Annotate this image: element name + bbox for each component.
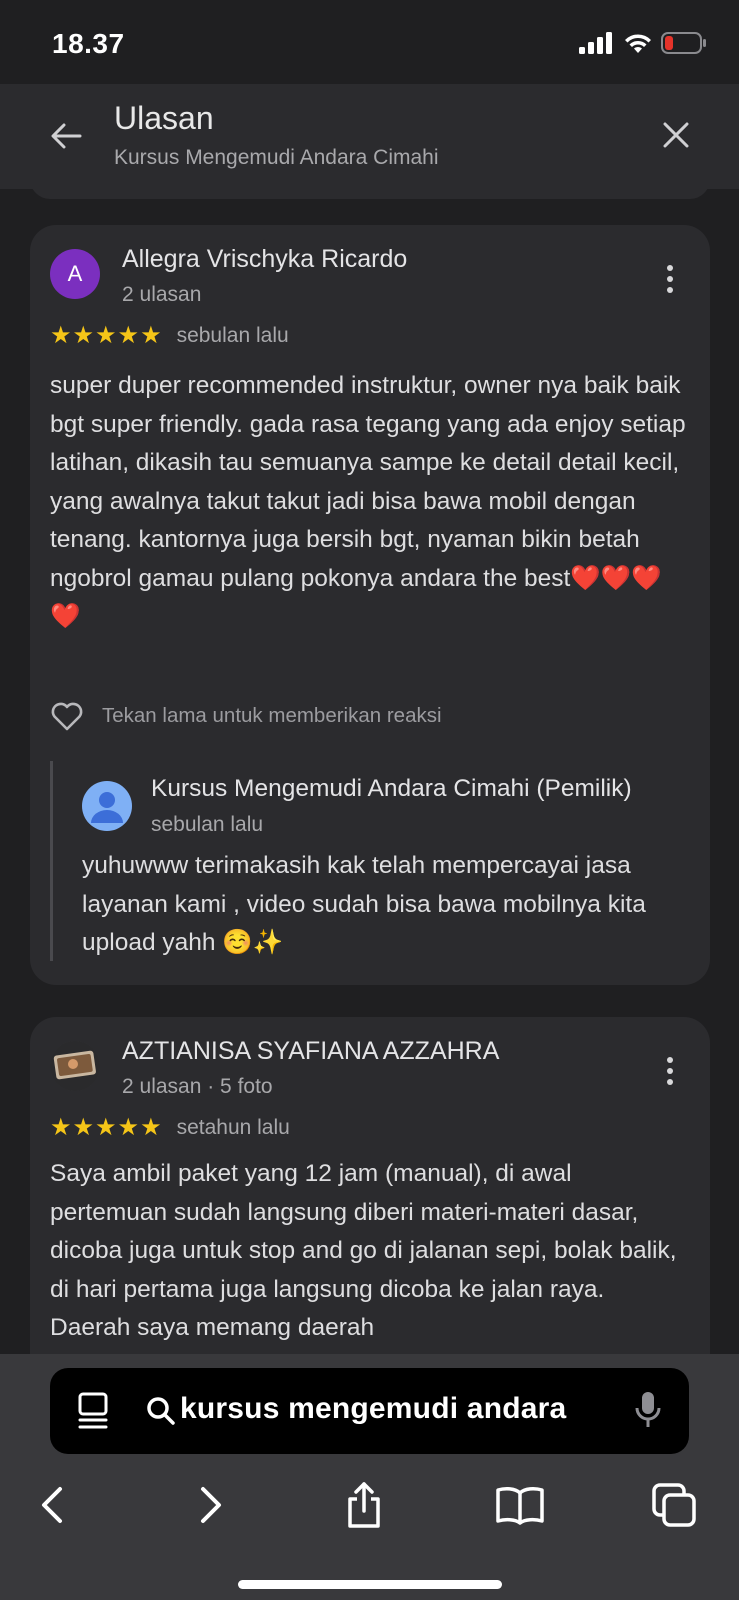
reviews-header: Ulasan Kursus Mengemudi Andara Cimahi xyxy=(0,84,739,189)
review-text: super duper recommended instruktur, owne… xyxy=(50,372,686,630)
reviewer-meta: 2 ulasan · 5 foto xyxy=(122,1075,273,1098)
owner-reply: Kursus Mengemudi Andara Cimahi (Pemilik)… xyxy=(50,761,710,961)
tabs-list-icon[interactable] xyxy=(76,1392,110,1430)
status-icons xyxy=(579,32,707,54)
battery-icon xyxy=(661,32,706,54)
signal-icon xyxy=(579,32,612,54)
person-icon xyxy=(91,792,123,823)
reviewer-name[interactable]: AZTIANISA SYAFIANA AZZAHRA xyxy=(122,1037,499,1066)
address-text[interactable]: kursus mengemudi andara xyxy=(180,1392,566,1426)
reviewer-name[interactable]: Allegra Vrischyka Ricardo xyxy=(122,245,407,274)
status-bar: 18.37 xyxy=(0,0,739,84)
owner-reply-time: sebulan lalu xyxy=(151,813,264,836)
page-subtitle: Kursus Mengemudi Andara Cimahi xyxy=(114,146,439,169)
star-rating: ★★★★★ xyxy=(50,1114,163,1141)
back-button[interactable] xyxy=(44,114,88,158)
reviewer-meta: 2 ulasan xyxy=(122,283,202,306)
search-icon xyxy=(147,1397,175,1425)
tab-switcher-button[interactable] xyxy=(644,1470,704,1540)
bookmarks-button[interactable] xyxy=(490,1470,550,1540)
more-vertical-icon xyxy=(667,265,673,271)
wifi-icon xyxy=(625,34,651,53)
book-icon xyxy=(496,1487,544,1525)
share-button[interactable] xyxy=(334,1470,394,1540)
arrow-left-icon xyxy=(51,123,82,149)
home-indicator xyxy=(238,1580,502,1589)
reviews-list[interactable]: A Allegra Vrischyka Ricardo 2 ulasan ★★★… xyxy=(0,189,739,1354)
avatar[interactable] xyxy=(50,1041,100,1091)
review-time: sebulan lalu xyxy=(176,323,289,347)
chevron-right-icon xyxy=(201,1487,221,1523)
close-button[interactable] xyxy=(653,112,699,158)
more-options-button[interactable] xyxy=(652,1053,688,1089)
reaction-button[interactable]: Tekan lama untuk memberikan reaksi xyxy=(50,701,442,731)
status-time: 18.37 xyxy=(52,28,125,59)
owner-reply-text: yuhuwww terimakasih kak telah mempercaya… xyxy=(82,852,646,956)
review-card: AZTIANISA SYAFIANA AZZAHRA 2 ulasan · 5 … xyxy=(30,1017,710,1354)
chevron-left-icon xyxy=(42,1487,62,1523)
browser-toolbar: kursus mengemudi andara xyxy=(0,1354,739,1600)
rating-row: ★★★★★ sebulan lalu xyxy=(50,321,289,350)
address-bar[interactable]: kursus mengemudi andara xyxy=(50,1368,689,1454)
reaction-hint: Tekan lama untuk memberikan reaksi xyxy=(102,704,442,727)
review-card: A Allegra Vrischyka Ricardo 2 ulasan ★★★… xyxy=(30,225,710,985)
owner-avatar[interactable] xyxy=(82,781,132,831)
previous-review-card xyxy=(30,189,710,199)
owner-name: Kursus Mengemudi Andara Cimahi (Pemilik) xyxy=(151,775,632,802)
tabs-icon xyxy=(652,1483,696,1527)
rating-row: ★★★★★ setahun lalu xyxy=(50,1113,290,1142)
profile-photo-icon xyxy=(50,1041,100,1091)
more-options-button[interactable] xyxy=(652,261,688,297)
microphone-icon[interactable] xyxy=(633,1390,663,1430)
browser-forward-button[interactable] xyxy=(181,1470,241,1540)
page-title: Ulasan xyxy=(114,100,214,136)
close-icon xyxy=(663,122,689,148)
star-rating: ★★★★★ xyxy=(50,322,163,349)
browser-nav xyxy=(0,1470,739,1540)
share-icon xyxy=(348,1482,380,1528)
avatar[interactable]: A xyxy=(50,249,100,299)
review-time: setahun lalu xyxy=(176,1115,290,1139)
heart-outline-icon xyxy=(51,702,83,731)
browser-back-button[interactable] xyxy=(22,1470,82,1540)
review-text: Saya ambil paket yang 12 jam (manual), d… xyxy=(50,1160,677,1341)
more-vertical-icon xyxy=(667,1057,673,1063)
